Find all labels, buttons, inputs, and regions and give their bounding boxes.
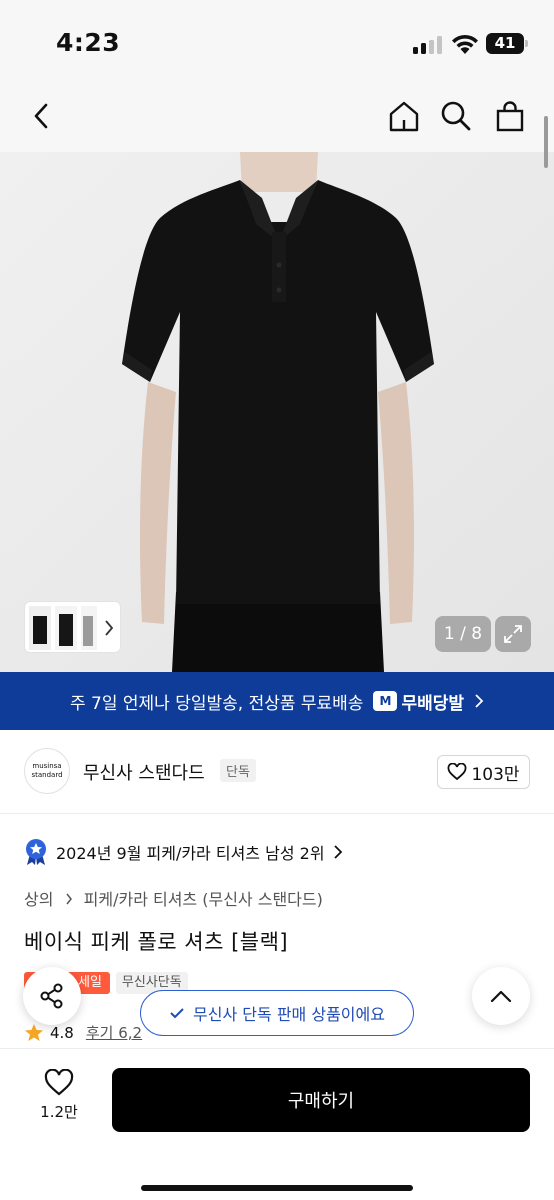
chevron-right-icon <box>475 694 484 708</box>
toast-text: 무신사 단독 판매 상품이에요 <box>193 1005 385 1024</box>
share-button[interactable] <box>23 967 81 1025</box>
signal-icon <box>413 36 445 54</box>
thumbnail-strip[interactable] <box>24 601 121 653</box>
free-delivery-logo: M 무배당발 <box>373 689 464 714</box>
brand-like-button[interactable]: 103만 <box>437 755 530 789</box>
brand-logo[interactable]: musinsa standard <box>24 748 70 794</box>
status-time: 4:23 <box>56 28 121 57</box>
wifi-icon <box>452 34 478 54</box>
brand-like-count: 103만 <box>471 764 520 785</box>
expand-icon[interactable] <box>495 616 531 652</box>
scroll-indicator[interactable] <box>544 116 548 168</box>
product-image[interactable]: 1 / 8 <box>0 152 554 672</box>
star-icon <box>25 1023 43 1041</box>
search-icon[interactable] <box>434 94 478 138</box>
wish-count: 1.2만 <box>40 1103 78 1121</box>
brand-name[interactable]: 무신사 스탠다드 <box>83 759 205 785</box>
truck-icon: M <box>373 691 398 711</box>
battery-cap <box>525 40 528 47</box>
product-photo <box>0 152 554 672</box>
product-title: 베이식 피케 폴로 셔츠 [블랙] <box>24 930 289 954</box>
divider <box>0 813 554 814</box>
top-nav <box>0 86 554 152</box>
breadcrumb-level1[interactable]: 상의 <box>24 890 53 909</box>
chevron-up-icon <box>490 990 512 1003</box>
exclusive-badge: 단독 <box>220 759 256 782</box>
shopping-bag-icon[interactable] <box>488 94 532 138</box>
bottom-bar: 1.2만 구매하기 <box>0 1048 554 1200</box>
heart-icon <box>44 1068 74 1096</box>
brand-row: musinsa standard 무신사 스탠다드 단독 103만 <box>0 740 554 804</box>
battery-icon: 41 <box>486 33 524 54</box>
banner-text: 주 7일 언제나 당일발송, 전상품 무료배송 <box>69 693 364 714</box>
breadcrumb: 상의 피케/카라 티셔츠 (무신사 스탠다드) <box>24 886 323 910</box>
share-icon <box>40 983 63 1009</box>
check-icon <box>170 1008 184 1019</box>
ranking-badge-icon <box>26 839 46 865</box>
rating-row[interactable]: 4.8 후기 6,2 <box>24 1022 142 1043</box>
shipping-banner[interactable]: 주 7일 언제나 당일발송, 전상품 무료배송 M 무배당발 <box>0 672 554 730</box>
chevron-right-icon <box>65 893 72 905</box>
buy-button[interactable]: 구매하기 <box>112 1068 530 1132</box>
chevron-left-icon[interactable] <box>20 94 64 138</box>
home-icon[interactable] <box>382 94 426 138</box>
ranking-row[interactable]: 2024년 9월 피케/카라 티셔츠 남성 2위 <box>24 836 343 868</box>
free-delivery-label: 무배당발 <box>401 693 465 714</box>
exclusive-toast: 무신사 단독 판매 상품이에요 <box>140 990 414 1036</box>
chevron-right-icon <box>333 845 342 859</box>
breadcrumb-level2[interactable]: 피케/카라 티셔츠 (무신사 스탠다드) <box>84 890 323 909</box>
status-bar: 4:23 41 <box>0 0 554 86</box>
scroll-top-button[interactable] <box>472 967 530 1025</box>
wish-button[interactable]: 1.2만 <box>26 1068 92 1122</box>
ranking-text: 2024년 9월 피케/카라 티셔츠 남성 2위 <box>56 844 325 863</box>
heart-icon <box>448 763 467 781</box>
review-link[interactable]: 후기 6,2 <box>86 1022 142 1043</box>
rating-value: 4.8 <box>50 1023 74 1042</box>
image-counter: 1 / 8 <box>435 616 491 652</box>
home-indicator <box>141 1185 413 1191</box>
